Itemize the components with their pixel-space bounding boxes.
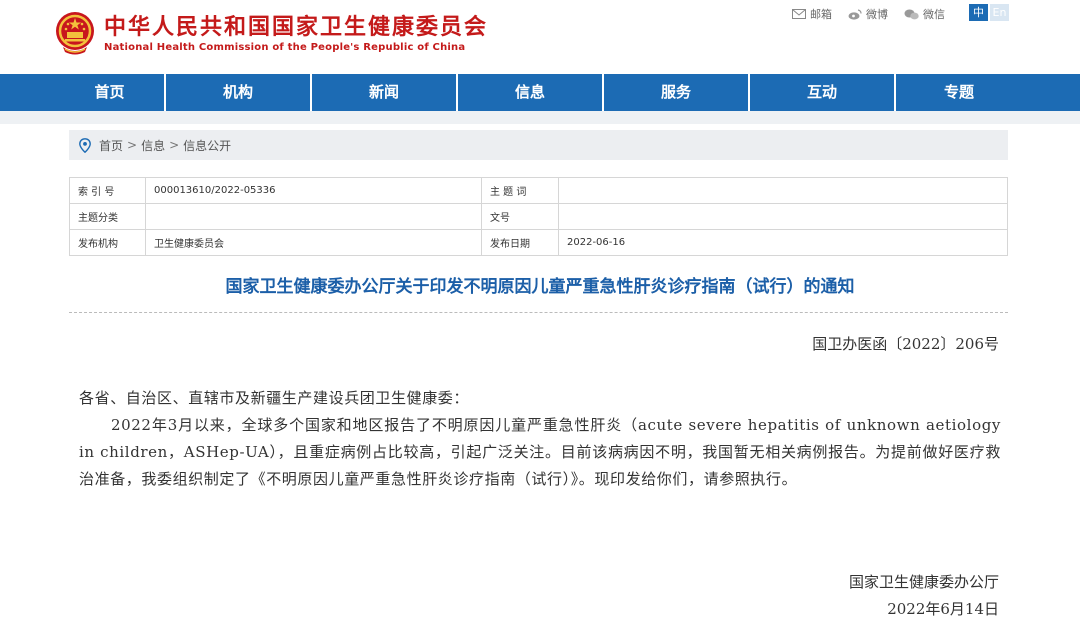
signer: 国家卫生健康委办公厅 (848, 573, 999, 591)
topic-category-label: 主题分类 (69, 203, 146, 230)
site-title: 中华人民共和国国家卫生健康委员会 (104, 15, 489, 40)
publish-date-value: 2022-06-16 (558, 229, 1008, 256)
wechat-label: 微信 (923, 8, 945, 21)
breadcrumb-info-disclosure[interactable]: 信息公开 (183, 137, 231, 154)
main-nav: 首页 机构 新闻 信息 服务 互动 专题 (0, 74, 1080, 111)
index-number-label: 索 引 号 (69, 177, 146, 204)
document-number: 国卫办医函〔2022〕206号 (812, 335, 999, 353)
table-row: 主题分类 文号 (69, 203, 1008, 230)
breadcrumb: 首页 > 信息 > 信息公开 (69, 130, 1008, 160)
subject-words-label: 主 题 词 (481, 177, 559, 204)
breadcrumb-home[interactable]: 首页 (99, 137, 123, 154)
site-subtitle: National Health Commission of the People… (104, 42, 466, 53)
body-paragraph: 2022年3月以来，全球多个国家和地区报告了不明原因儿童严重急性肝炎（acute… (79, 416, 1001, 488)
location-pin-icon (79, 137, 91, 153)
document-number-label: 文号 (481, 203, 559, 230)
breadcrumb-information[interactable]: 信息 (141, 137, 165, 154)
nav-services[interactable]: 服务 (604, 74, 748, 111)
nav-interaction[interactable]: 互动 (750, 74, 894, 111)
mail-link[interactable]: 邮箱 (792, 6, 832, 22)
sign-date: 2022年6月14日 (887, 600, 999, 618)
nav-news[interactable]: 新闻 (312, 74, 456, 111)
index-number-value: 000013610/2022-05336 (145, 177, 482, 204)
nav-topics[interactable]: 专题 (896, 74, 1022, 111)
site-header: 中华人民共和国国家卫生健康委员会 National Health Commiss… (0, 0, 1080, 74)
publish-date-label: 发布日期 (481, 229, 559, 256)
weibo-label: 微博 (866, 8, 888, 21)
addressee: 各省、自治区、直辖市及新疆生产建设兵团卫生健康委： (79, 389, 470, 407)
breadcrumb-separator: > (127, 138, 138, 152)
document-title: 国家卫生健康委办公厅关于印发不明原因儿童严重急性肝炎诊疗指南（试行）的通知 (225, 277, 855, 297)
wechat-icon (904, 9, 919, 19)
nav-organization[interactable]: 机构 (166, 74, 310, 111)
nav-information[interactable]: 信息 (458, 74, 602, 111)
lang-en-button[interactable]: En (990, 4, 1009, 21)
breadcrumb-separator: > (169, 138, 180, 152)
subject-words-value (558, 177, 1008, 204)
topic-category-value (145, 203, 482, 230)
weibo-icon (848, 8, 862, 20)
national-emblem-icon[interactable] (55, 9, 95, 57)
mail-label: 邮箱 (810, 8, 832, 21)
issuing-agency-label: 发布机构 (69, 229, 146, 256)
wechat-link[interactable]: 微信 (904, 6, 945, 22)
lang-zh-button[interactable]: 中 (969, 4, 988, 21)
mail-icon (792, 9, 806, 19)
document-body: 各省、自治区、直辖市及新疆生产建设兵团卫生健康委： 2022年3月以来，全球多个… (79, 385, 1001, 493)
table-row: 发布机构 卫生健康委员会 发布日期 2022-06-16 (69, 229, 1008, 256)
weibo-link[interactable]: 微博 (848, 6, 888, 22)
document-meta-table: 索 引 号 000013610/2022-05336 主 题 词 主题分类 文号… (69, 177, 1008, 256)
document-number-value (558, 203, 1008, 230)
nav-home[interactable]: 首页 (55, 74, 164, 111)
table-row: 索 引 号 000013610/2022-05336 主 题 词 (69, 177, 1008, 204)
issuing-agency-value: 卫生健康委员会 (145, 229, 482, 256)
title-divider (69, 312, 1008, 313)
top-links: 邮箱 微博 微信 (792, 6, 961, 22)
nav-subbar (0, 111, 1080, 124)
signature-block: 国家卫生健康委办公厅 2022年6月14日 (849, 569, 999, 623)
